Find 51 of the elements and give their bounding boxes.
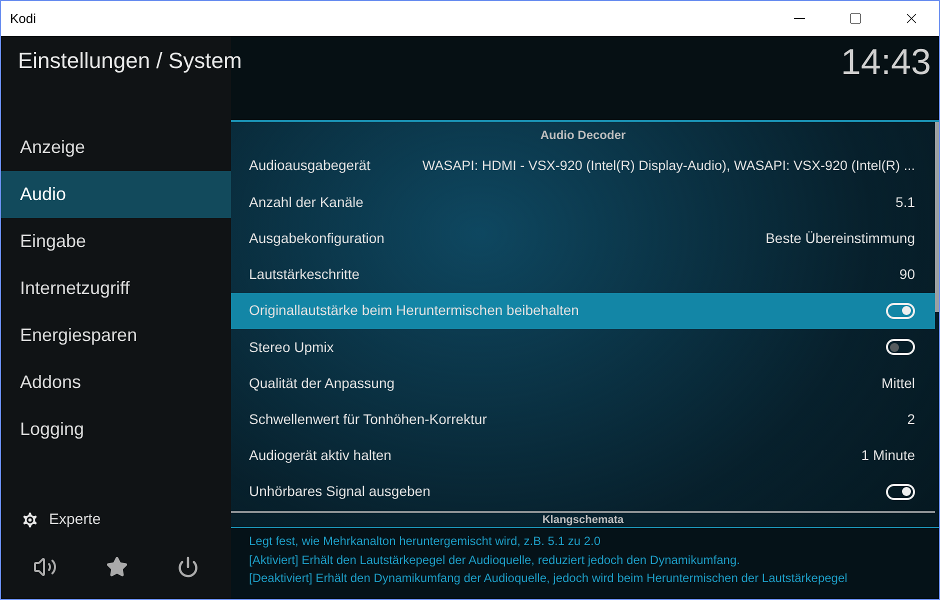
setting-label: Audioausgabegerät — [249, 156, 370, 176]
setting-value: WASAPI: HDMI - VSX-920 (Intel(R) Display-Audio), WASAPI: VSX-920 (Intel(R) ... — [421, 156, 915, 175]
setting-row[interactable]: Lautstärkeschritte 90 — [231, 256, 935, 293]
setting-row[interactable]: Stereo Upmix — [231, 328, 935, 366]
setting-row[interactable]: Ausgabekonfiguration Beste Übereinstimmung — [231, 220, 935, 256]
setting-row[interactable]: Schwellenwert für Tonhöhen-Korrektur 2 — [231, 401, 935, 438]
volume-icon[interactable] — [33, 555, 58, 579]
setting-value: 5.1 — [896, 192, 915, 212]
setting-value: 1 Minute — [861, 446, 915, 466]
sidebar-item[interactable]: Logging — [1, 406, 231, 453]
window-title: Kodi — [9, 10, 38, 28]
description-text: [Aktiviert] Erhält den Lautstärkepegel der Audioquelle, reduziert jedoch den Dynamikumfang. — [249, 552, 741, 568]
sidebar-item[interactable]: Audio — [1, 171, 231, 218]
setting-label: Anzahl der Kanäle — [249, 192, 364, 212]
toggle-switch[interactable] — [886, 302, 915, 319]
maximize-icon — [848, 12, 862, 25]
setting-label: Stereo Upmix — [249, 338, 334, 357]
section-heading: Audio Decoder — [540, 126, 626, 144]
setting-value: Mittel — [882, 374, 915, 393]
setting-value: 2 — [907, 410, 915, 429]
section-heading: Klangschemata — [542, 514, 624, 526]
sidebar-item[interactable]: Internetzugriff — [1, 265, 231, 312]
settings-icon — [20, 510, 40, 530]
setting-row[interactable]: Audiogerät aktiv halten 1 Minute — [231, 438, 935, 474]
page-title: Einstellungen / System — [18, 48, 242, 73]
sidebar-item[interactable]: Energiesparen — [1, 312, 231, 359]
power-icon[interactable] — [176, 556, 199, 578]
setting-label: Qualität der Anpassung — [249, 374, 395, 393]
setting-label: Audiogerät aktiv halten — [249, 446, 392, 466]
setting-value: 90 — [899, 265, 915, 284]
clock: 14:43 — [840, 40, 931, 84]
setting-label: Unhörbares Signal ausgeben — [249, 482, 430, 502]
sidebar-item[interactable]: Eingabe — [1, 218, 231, 265]
description-text: Legt fest, wie Mehrkanalton heruntergemischt wird, z.B. 5.1 zu 2.0 — [249, 533, 602, 550]
minimize-icon — [794, 18, 804, 19]
setting-row[interactable]: Qualität der Anpassung Mittel — [231, 365, 935, 402]
setting-label: Lautstärkeschritte — [249, 265, 360, 284]
star-icon[interactable] — [106, 556, 128, 578]
setting-label: Ausgabekonfiguration — [249, 228, 384, 248]
setting-row[interactable]: Audioausgabegerät WASAPI: HDMI - VSX-920 (Intel(R) Display-Audio), WASAPI: VSX-920 (Intel(R) ... — [231, 148, 935, 184]
setting-row[interactable]: Unhörbares Signal ausgeben — [231, 474, 935, 510]
description-text: [Deaktiviert] Erhält den Dynamikumfang der Audioquelle, jedoch wird beim Heruntermischen der Lautstärkepegel — [249, 570, 848, 587]
sidebar-item[interactable]: Anzeige — [1, 124, 231, 171]
setting-value: Beste Übereinstimmung — [766, 228, 915, 248]
toggle-switch[interactable] — [886, 484, 915, 500]
setting-row[interactable]: Anzahl der Kanäle 5.1 — [231, 184, 935, 220]
setting-label: Schwellenwert für Tonhöhen-Korrektur — [249, 410, 487, 429]
sidebar-item[interactable]: Addons — [1, 359, 231, 406]
settings-level-button[interactable]: Experte — [1, 505, 231, 535]
toggle-switch[interactable] — [886, 339, 915, 356]
setting-label: Originallautstärke beim Heruntermischen beibehalten — [249, 301, 579, 320]
